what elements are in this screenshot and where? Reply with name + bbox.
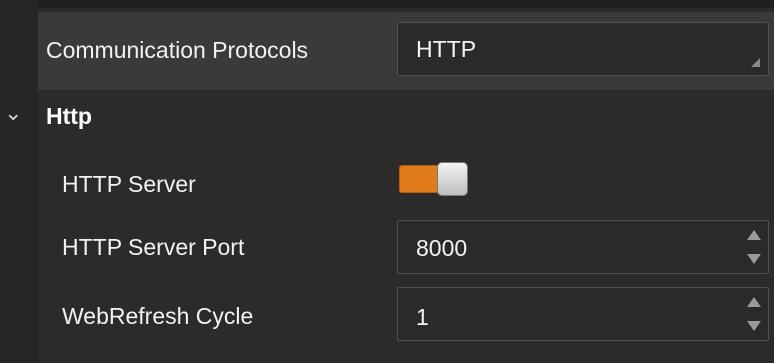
http-section-header[interactable]: ⌄ Http [0,96,774,138]
left-gutter [0,0,38,363]
spin-up-icon[interactable] [747,230,761,240]
communication-protocols-value: HTTP [416,36,477,62]
dropdown-corner-icon [751,58,760,67]
web-refresh-cycle-value: 1 [416,304,429,330]
port-spinner [738,221,768,273]
top-divider [0,0,774,8]
communication-protocols-label: Communication Protocols [46,37,309,63]
web-refresh-cycle-label: WebRefresh Cycle [62,303,254,329]
http-server-port-label: HTTP Server Port [62,234,245,260]
refresh-spinner [738,288,768,340]
web-refresh-cycle-input[interactable]: 1 [397,287,769,341]
communication-protocols-select[interactable]: HTTP [397,22,769,76]
toggle-knob[interactable] [437,162,468,196]
http-server-label: HTTP Server [62,171,196,197]
spin-down-icon[interactable] [747,254,761,264]
http-server-port-input[interactable]: 8000 [397,220,769,274]
spin-up-icon[interactable] [747,297,761,307]
parameter-panel: Communication Protocols HTTP ⌄ Http HTTP… [0,0,774,363]
chevron-down-icon[interactable]: ⌄ [4,102,22,124]
http-section-title: Http [46,103,92,129]
http-server-port-value: 8000 [416,235,468,261]
spin-down-icon[interactable] [747,321,761,331]
http-server-toggle[interactable] [399,162,470,196]
